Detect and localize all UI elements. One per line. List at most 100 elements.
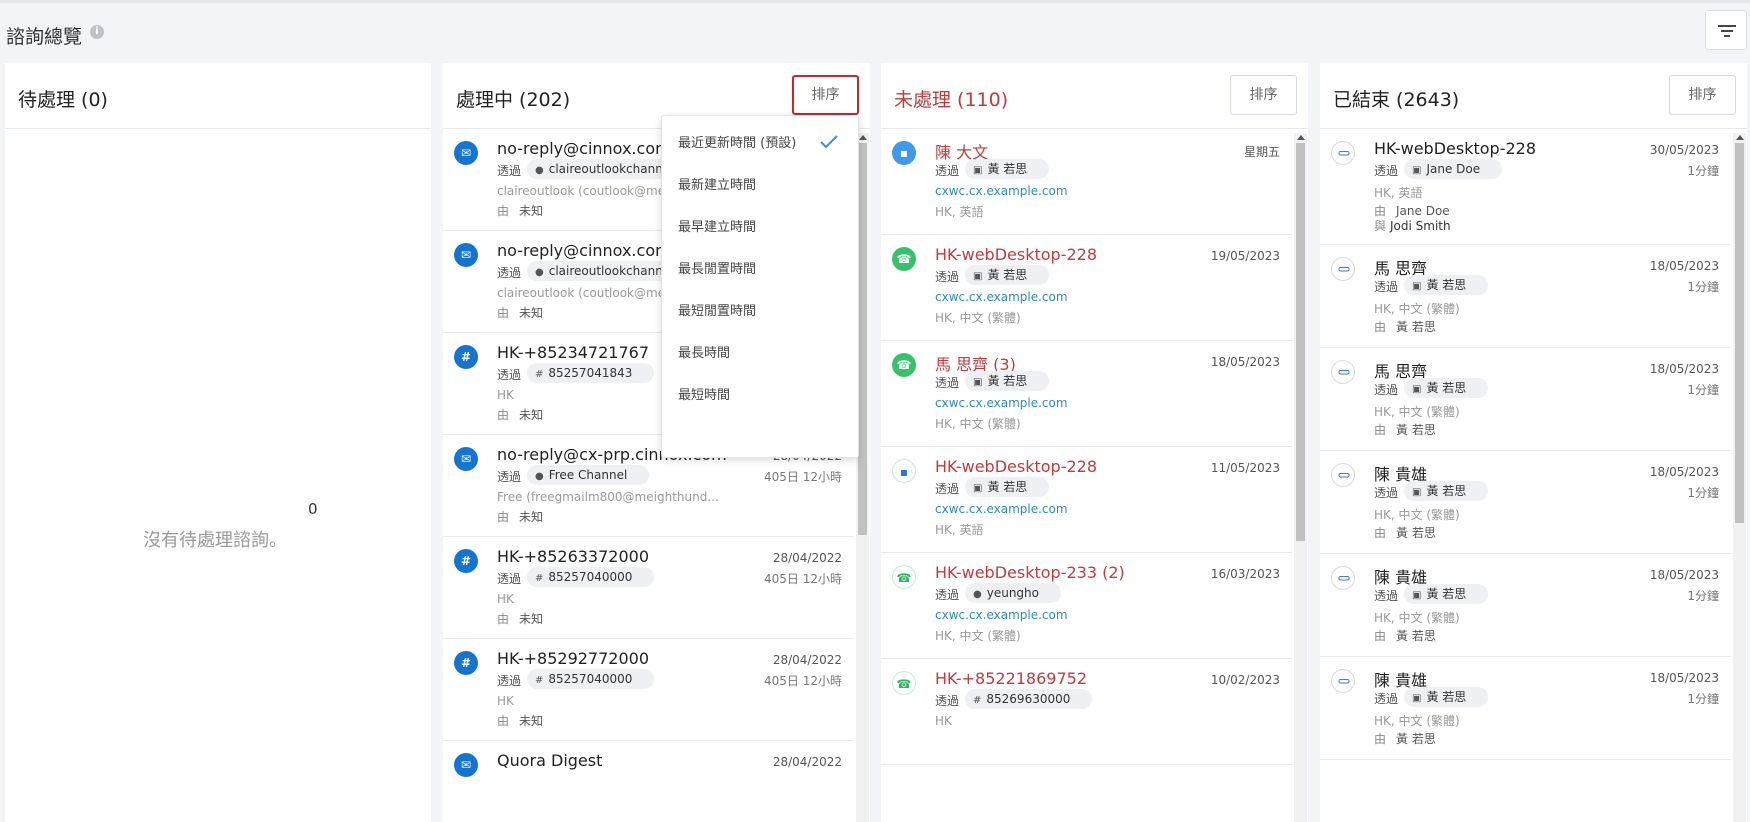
missed-call-icon: ☎: [892, 671, 916, 695]
conversation-list[interactable]: ▪ 陳 大文 星期五 透過 ▣ 黃 若思 cxwc.cx.example.com HK, 英語…: [881, 129, 1308, 822]
hash-icon: #: [454, 549, 478, 573]
conversation-card[interactable]: ⊂⊃ 陳 貴雄 18/05/2023 1分鐘 透過 ▣ 黃 若思 HK, 中文 (繁體) 由黃 …: [1320, 451, 1731, 554]
link-icon: ⊂⊃: [1331, 463, 1355, 487]
agent-icon: ▣: [973, 377, 983, 388]
contact-locale: HK, 英語: [935, 205, 984, 219]
contact-detail: HK: [497, 592, 514, 606]
channel-chip: ▣ 黃 若思: [1404, 275, 1489, 295]
conversation-card[interactable]: ▪ HK-webDesktop-228 11/05/2023 透過 ▣ 黃 若思 cxwc.…: [881, 447, 1292, 553]
via-label: 透過: [497, 674, 522, 688]
sort-option[interactable]: 最短閒置時間: [678, 300, 756, 319]
via-label: 透過: [935, 164, 960, 178]
channel-name: claireoutlookchannel: [548, 162, 674, 176]
duration: 1分鐘: [1687, 280, 1719, 294]
empty-count: 0: [308, 500, 318, 518]
sort-option[interactable]: 最近更新時間 (預設): [678, 132, 796, 151]
hash-icon: #: [454, 345, 478, 369]
channel-name: Free Channel: [548, 468, 628, 482]
by-label: 由: [1374, 204, 1387, 218]
sort-option[interactable]: 最短時間: [678, 384, 730, 403]
via-label: 透過: [935, 694, 960, 708]
last-updated-date: 18/05/2023: [1649, 362, 1719, 376]
phone-icon: ☎: [892, 353, 916, 377]
by-label: 由: [497, 204, 510, 218]
scrollbar[interactable]: [1733, 133, 1746, 822]
sort-button[interactable]: 排序: [1669, 75, 1736, 115]
column-title: 待處理 (0): [18, 89, 108, 111]
via-label: 透過: [1374, 383, 1399, 397]
channel-chip: #85257041843: [527, 363, 655, 383]
duration: 1分鐘: [1687, 486, 1719, 500]
contact-locale: HK, 中文 (繁體): [935, 311, 1021, 325]
agent-icon: ▣: [1412, 590, 1422, 601]
by-label: 由: [1374, 423, 1387, 437]
info-icon[interactable]: i: [90, 25, 104, 39]
with-value: Jodi Smith: [1390, 219, 1451, 233]
by-label: 由: [1374, 629, 1387, 643]
channel-name: 黃 若思: [987, 268, 1028, 282]
conversation-card[interactable]: ⊂⊃ 馬 思齊 18/05/2023 1分鐘 透過 ▣ 黃 若思 HK, 中文 (繁體) 由黃 …: [1320, 245, 1731, 348]
filter-button[interactable]: [1705, 10, 1747, 50]
channel-name: Jane Doe: [1426, 162, 1481, 176]
conversation-card[interactable]: ☎ HK-webDesktop-233 (2) 16/03/2023 透過 ● yeung…: [881, 553, 1292, 659]
conversation-card[interactable]: ☎ 馬 思齊 (3) 18/05/2023 透過 ▣ 黃 若思 cxwc.cx.exampl…: [881, 341, 1292, 447]
conversation-card[interactable]: ⊂⊃ 陳 貴雄 18/05/2023 1分鐘 透過 ▣ 黃 若思 HK, 中文 (繁體) 由黃 …: [1320, 657, 1731, 760]
by-value: 未知: [519, 612, 544, 626]
contact-name: HK-+85234721767: [497, 343, 649, 362]
channel-chip: #85257040000: [527, 567, 655, 587]
channel-chip: ▣ 黃 若思: [965, 477, 1050, 497]
sort-button[interactable]: 排序: [1230, 75, 1297, 115]
sort-button[interactable]: 排序: [792, 75, 859, 115]
conversation-list[interactable]: ⊂⊃ HK-webDesktop-228 30/05/2023 1分鐘 透過 ▣ Jane …: [1320, 129, 1747, 822]
via-label: 透過: [935, 588, 960, 602]
channel-name: 85257040000: [548, 570, 633, 584]
conversation-card[interactable]: ✉ Quora Digest 28/04/2022: [443, 741, 854, 822]
via-label: 透過: [1374, 589, 1399, 603]
conversation-card[interactable]: ⊂⊃ HK-webDesktop-228 30/05/2023 1分鐘 透過 ▣ Jane …: [1320, 129, 1731, 245]
agent-icon: ▣: [973, 483, 983, 494]
contact-name: HK-webDesktop-228: [935, 245, 1097, 264]
last-updated-date: 18/05/2023: [1649, 568, 1719, 582]
duration: 405日 12小時: [764, 470, 842, 484]
hash-icon: #: [535, 675, 544, 686]
chat-icon: ▪: [892, 141, 916, 165]
agent-icon: ▣: [973, 165, 983, 176]
sort-option[interactable]: 最長閒置時間: [678, 258, 756, 277]
agent-icon: ▣: [1412, 693, 1422, 704]
link-icon: ⊂⊃: [1331, 669, 1355, 693]
last-updated-date: 28/04/2022: [772, 653, 842, 667]
channel-chip: ▣ 黃 若思: [1404, 584, 1489, 604]
channel-name: 黃 若思: [987, 480, 1028, 494]
link-icon: ⊂⊃: [1331, 141, 1355, 165]
assigned-by: 由黃 若思: [1374, 730, 1436, 747]
sort-option[interactable]: 最新建立時間: [678, 174, 756, 193]
assigned-by: 由未知: [497, 508, 543, 525]
via-label: 透過: [497, 164, 522, 178]
assigned-by: 由黃 若思: [1374, 318, 1436, 335]
conversation-card[interactable]: # HK-+85263372000 28/04/2022 405日 12小時 透過 #85…: [443, 537, 854, 639]
conversation-card[interactable]: ☎ HK-+85221869752 10/02/2023 透過 #85269630000…: [881, 659, 1292, 765]
conversation-card[interactable]: ☎ HK-webDesktop-228 19/05/2023 透過 ▣ 黃 若思 cxwc.…: [881, 235, 1292, 341]
agent-icon: ▣: [1412, 165, 1422, 176]
conversation-card[interactable]: # HK-+85292772000 28/04/2022 405日 12小時 透過 #85…: [443, 639, 854, 741]
channel-chip: ▣ 黃 若思: [1404, 378, 1489, 398]
scrollbar[interactable]: [1294, 133, 1307, 822]
sort-option[interactable]: 最早建立時間: [678, 216, 756, 235]
contact-detail: cxwc.cx.example.com: [935, 290, 1068, 304]
sort-option[interactable]: 最長時間: [678, 342, 730, 361]
via-label: 透過: [1374, 692, 1399, 706]
last-updated-date: 19/05/2023: [1210, 249, 1280, 263]
by-value: 黃 若思: [1396, 732, 1436, 746]
conversation-card[interactable]: ⊂⊃ 馬 思齊 18/05/2023 1分鐘 透過 ▣ 黃 若思 HK, 中文 (繁體) 由黃 …: [1320, 348, 1731, 451]
conversation-card[interactable]: ▪ 陳 大文 星期五 透過 ▣ 黃 若思 cxwc.cx.example.com HK, 英語: [881, 129, 1292, 235]
by-value: 未知: [519, 510, 544, 524]
by-value: 未知: [519, 204, 544, 218]
by-value: 黃 若思: [1396, 320, 1436, 334]
channel-name: claireoutlookchannel: [548, 264, 674, 278]
contact-locale: HK, 中文 (繁體): [935, 629, 1021, 643]
by-value: Jane Doe: [1396, 204, 1450, 218]
page-header: 諮詢總覽 i: [0, 3, 1750, 61]
via-label: 透過: [497, 368, 522, 382]
via-label: 透過: [497, 572, 522, 586]
conversation-card[interactable]: ⊂⊃ 陳 貴雄 18/05/2023 1分鐘 透過 ▣ 黃 若思 HK, 中文 (繁體) 由黃 …: [1320, 554, 1731, 657]
